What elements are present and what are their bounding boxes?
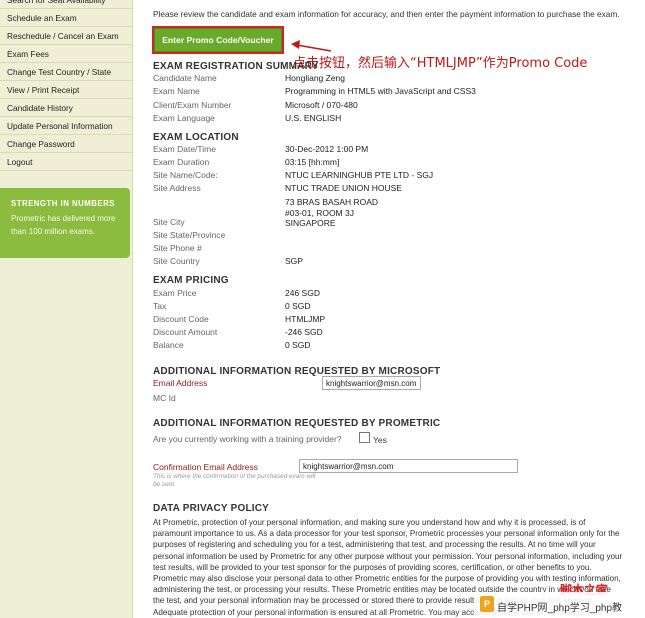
field-label: Exam Language	[153, 113, 215, 123]
row-exam-name: Exam Name Programming in HTML5 with Java…	[153, 86, 633, 99]
field-value: 0 SGD	[285, 340, 311, 350]
field-label: Tax	[153, 301, 167, 311]
intro-text: Please review the candidate and exam inf…	[153, 9, 620, 19]
confirmation-email-label: Confirmation Email Address	[153, 462, 258, 472]
row-exam-duration: Exam Duration 03:15 [hh:mm]	[153, 157, 633, 170]
main-content: Please review the candidate and exam inf…	[153, 0, 645, 618]
field-label: Exam Duration	[153, 157, 210, 167]
address-line: NTUC TRADE UNION HOUSE	[285, 183, 402, 193]
promo-code-button[interactable]: Enter Promo Code/Voucher	[154, 28, 282, 52]
section-heading-registration: EXAM REGISTRATION SUMMARY	[153, 61, 319, 72]
mc-id-label: MC Id	[153, 393, 176, 403]
field-value: 246 SGD	[285, 288, 320, 298]
row-balance: Balance 0 SGD	[153, 340, 633, 353]
field-label: Site Address	[153, 183, 201, 193]
section-heading-location: EXAM LOCATION	[153, 132, 239, 143]
training-provider-yes-label: Yes	[373, 435, 387, 445]
field-label: Candidate Name	[153, 73, 217, 83]
annotation-text: 点击按钮，然后输入“HTMLJMP”作为Promo Code	[293, 56, 588, 71]
section-heading-prometric: ADDITIONAL INFORMATION REQUESTED BY PROM…	[153, 418, 441, 429]
field-label: Discount Amount	[153, 327, 218, 337]
field-value: -246 SGD	[285, 327, 323, 337]
field-value: HTMLJMP	[285, 314, 326, 324]
sidebar-item-logout[interactable]: Logout	[0, 153, 132, 171]
row-site-name-code: Site Name/Code: NTUC LEARNINGHUB PTE LTD…	[153, 170, 633, 183]
field-label: Site Name/Code:	[153, 170, 218, 180]
field-value: 30-Dec-2012 1:00 PM	[285, 144, 369, 154]
field-value: 0 SGD	[285, 301, 311, 311]
confirmation-email-note: This is where the confirmation of the pu…	[153, 473, 316, 488]
training-provider-checkbox[interactable]	[359, 432, 370, 443]
sidebar-item-schedule-exam[interactable]: Schedule an Exam	[0, 9, 132, 27]
sidebar-item-reschedule-cancel[interactable]: Reschedule / Cancel an Exam	[0, 27, 132, 45]
field-value: Microsoft / 070-480	[285, 100, 358, 110]
row-tax: Tax 0 SGD	[153, 301, 633, 314]
sidebar-item-view-receipt[interactable]: View / Print Receipt	[0, 81, 132, 99]
field-value: 03:15 [hh:mm]	[285, 157, 340, 167]
field-value: U.S. ENGLISH	[285, 113, 342, 123]
promo-banner: STRENGTH IN NUMBERS Prometric has delive…	[0, 188, 130, 258]
field-label: Site City	[153, 217, 185, 227]
field-value: NTUC LEARNINGHUB PTE LTD - SGJ	[285, 170, 434, 180]
row-site-country: Site Country SGP	[153, 256, 633, 269]
sidebar-item-exam-fees[interactable]: Exam Fees	[0, 45, 132, 63]
row-site-state: Site State/Province	[153, 230, 633, 243]
field-value: Programming in HTML5 with JavaScript and…	[285, 86, 476, 96]
sidebar-item-change-password[interactable]: Change Password	[0, 135, 132, 153]
row-site-phone: Site Phone #	[153, 243, 633, 256]
row-client-exam-number: Client/Exam Number Microsoft / 070-480	[153, 100, 633, 113]
field-label: Site Country	[153, 256, 200, 266]
section-heading-pricing: EXAM PRICING	[153, 275, 229, 286]
sidebar-item-change-country[interactable]: Change Test Country / State	[0, 63, 132, 81]
row-site-city: Site City	[153, 217, 633, 230]
row-exam-language: Exam Language U.S. ENGLISH	[153, 113, 633, 126]
field-label: Balance	[153, 340, 184, 350]
sidebar-item-update-info[interactable]: Update Personal Information	[0, 117, 132, 135]
sidebar-item-candidate-history[interactable]: Candidate History	[0, 99, 132, 117]
email-address-input[interactable]	[322, 376, 421, 390]
field-label: Discount Code	[153, 314, 209, 324]
field-label: Client/Exam Number	[153, 100, 232, 110]
row-discount-code: Discount Code HTMLJMP	[153, 314, 633, 327]
field-value: SGP	[285, 256, 303, 266]
row-exam-price: Exam Price 246 SGD	[153, 288, 633, 301]
address-line: 73 BRAS BASAH ROAD	[285, 197, 379, 207]
section-heading-privacy: DATA PRIVACY POLICY	[153, 503, 270, 514]
field-label: Exam Price	[153, 288, 197, 298]
training-provider-question: Are you currently working with a trainin…	[153, 434, 342, 444]
field-label: Exam Name	[153, 86, 200, 96]
confirmation-email-input[interactable]	[299, 459, 518, 473]
promo-title: STRENGTH IN NUMBERS	[11, 199, 115, 208]
watermark-logo-icon: P	[480, 596, 494, 612]
row-exam-datetime: Exam Date/Time 30-Dec-2012 1:00 PM	[153, 144, 633, 157]
promo-text: Prometric has delivered more than 100 mi…	[11, 214, 116, 236]
field-label: Site State/Province	[153, 230, 226, 240]
sidebar-item-search-seat[interactable]: Search for Seat Availability	[0, 0, 132, 9]
email-address-label: Email Address	[153, 378, 208, 388]
row-candidate-name: Candidate Name Hongliang Zeng	[153, 73, 633, 86]
watermark-text: 自学PHP网_php学习_php教	[497, 603, 623, 614]
field-value: Hongliang Zeng	[285, 73, 346, 83]
row-discount-amount: Discount Amount -246 SGD	[153, 327, 633, 340]
field-label: Site Phone #	[153, 243, 202, 253]
field-label: Exam Date/Time	[153, 144, 216, 154]
sidebar: Search for Seat Availability Schedule an…	[0, 0, 133, 618]
